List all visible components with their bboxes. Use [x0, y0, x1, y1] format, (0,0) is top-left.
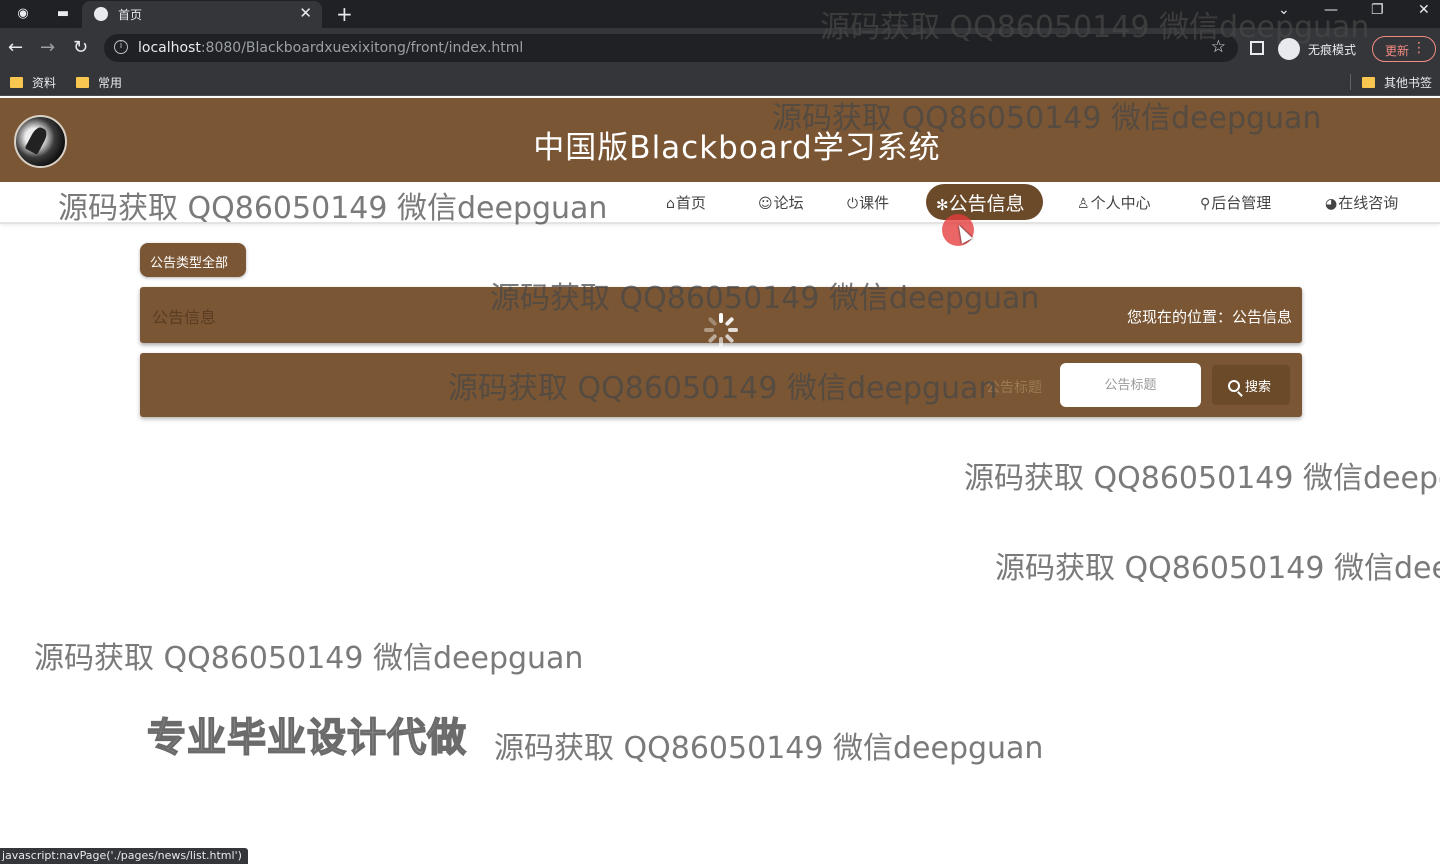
watermark-text: 源码获取 QQ86050149 微信deepguan: [34, 641, 584, 676]
loading-spinner-icon: [704, 313, 738, 347]
home-icon: ⌂: [666, 196, 675, 212]
new-tab-icon[interactable]: +: [336, 2, 353, 26]
watermark-text: 源码获取 QQ86050149 微信deepguan: [820, 10, 1370, 45]
url-text[interactable]: localhost:8080/Blackboardxuexixitong/fro…: [138, 40, 523, 56]
announcement-type-all-button[interactable]: 公告类型全部: [140, 243, 246, 277]
watermark-text: 源码获取 QQ86050149 微信deepguan: [490, 281, 1040, 316]
update-button[interactable]: 更新 ⋮: [1372, 36, 1436, 62]
forum-icon: ☺: [758, 196, 773, 212]
announcement-icon: ✻: [936, 196, 949, 214]
search-icon: [1228, 380, 1240, 392]
nav-personal-center[interactable]: ♙个人中心: [1077, 192, 1151, 213]
watermark-text: 源码获取 QQ86050149 微信deepguan: [494, 731, 1044, 766]
globe-icon[interactable]: ◉: [14, 5, 32, 23]
watermark-text: 源码获取 QQ86050149 微信deepguan: [448, 371, 998, 406]
watermark-text: 源码获取 QQ86050149 微信deepguan: [58, 191, 608, 226]
nav-home[interactable]: ⌂首页: [666, 192, 706, 213]
folder-icon: [1362, 77, 1375, 88]
nav-announcements[interactable]: ✻公告信息: [926, 184, 1043, 220]
other-bookmarks[interactable]: 其他书签: [1362, 74, 1432, 91]
promo-text: 专业毕业设计代做: [146, 715, 468, 762]
link-icon: ⚲: [1200, 196, 1211, 212]
folder-icon: [10, 77, 23, 88]
favicon-icon: [94, 7, 108, 21]
nav-forum[interactable]: ☺论坛: [758, 192, 804, 213]
restore-icon[interactable]: ❐: [1371, 2, 1384, 18]
chat-icon: ◕: [1325, 196, 1338, 212]
power-icon: ⏻: [847, 196, 859, 212]
menu-dots-icon[interactable]: ⋮: [1412, 40, 1426, 56]
bookmarks-bar: 资料 常用 其他书签: [0, 68, 1440, 96]
window-icon[interactable]: ▬: [54, 5, 72, 23]
user-icon: ♙: [1077, 196, 1090, 212]
folder-icon: [76, 77, 89, 88]
close-tab-icon[interactable]: ✕: [299, 4, 312, 22]
status-bar-url: javascript:navPage('./pages/news/list.ht…: [0, 848, 248, 864]
bookmark-separator: [1350, 74, 1351, 90]
nav-online-consult[interactable]: ◕在线咨询: [1325, 192, 1398, 213]
browser-tab[interactable]: 首页 ✕: [82, 1, 322, 28]
bookmark-folder-ziliao[interactable]: 资料: [10, 74, 56, 91]
watermark-text: 源码获取 QQ86050149 微信deepguan: [995, 551, 1440, 586]
back-icon[interactable]: ←: [8, 37, 23, 59]
forward-icon[interactable]: →: [40, 37, 55, 59]
close-window-icon[interactable]: ✕: [1418, 2, 1430, 18]
nav-courseware[interactable]: ⏻课件: [847, 192, 889, 213]
reload-icon[interactable]: ↻: [73, 37, 88, 59]
announcement-title-input[interactable]: [1060, 363, 1201, 407]
nav-admin[interactable]: ⚲后台管理: [1200, 192, 1271, 213]
update-label: 更新: [1385, 44, 1410, 58]
search-button[interactable]: 搜索: [1212, 365, 1290, 405]
site-info-icon[interactable]: i: [114, 40, 128, 54]
section-title: 公告信息: [152, 308, 217, 327]
watermark-text: 源码获取 QQ86050149 微信deepguan: [772, 101, 1322, 136]
breadcrumb-location: 您现在的位置：公告信息: [1126, 308, 1292, 326]
tab-title: 首页: [118, 8, 143, 22]
bookmark-folder-changyong[interactable]: 常用: [76, 74, 122, 91]
watermark-text: 源码获取 QQ86050149 微信deepguan: [964, 461, 1440, 496]
